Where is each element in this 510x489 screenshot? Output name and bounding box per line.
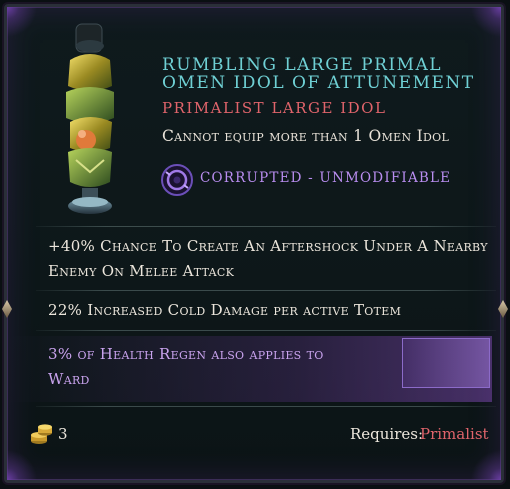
- item-mod: +40% Chance To Create An Aftershock Unde…: [48, 237, 488, 280]
- frame-corner-ornament: [461, 7, 501, 47]
- item-restriction: Cannot equip more than 1 Omen Idol: [162, 127, 450, 145]
- requires-label: Requires:: [350, 425, 424, 443]
- frame-corner-ornament: [7, 7, 47, 47]
- corrupted-label: Corrupted - Unmodifiable: [200, 170, 452, 186]
- gold-coins-icon: [31, 424, 52, 444]
- sealed-item-mod: 3% of Health Regen also applies to Ward: [48, 345, 324, 388]
- requires-class: Primalist: [420, 425, 489, 443]
- corrupted-eye-icon: [161, 164, 193, 196]
- frame-corner-ornament: [7, 440, 47, 480]
- item-title: Rumbling Large Primal Omen Idol of Attun…: [162, 55, 475, 93]
- divider: [36, 290, 496, 291]
- frame-corner-ornament: [461, 440, 501, 480]
- idol-icon: [66, 23, 114, 214]
- divider: [36, 406, 496, 407]
- divider: [36, 330, 496, 331]
- stack-count: 3: [58, 425, 68, 443]
- item-type: Primalist Large Idol: [162, 99, 387, 117]
- divider: [36, 226, 496, 227]
- item-mod: 22% Increased Cold Damage per active Tot…: [48, 301, 402, 319]
- sealed-mod-frame: [402, 338, 490, 388]
